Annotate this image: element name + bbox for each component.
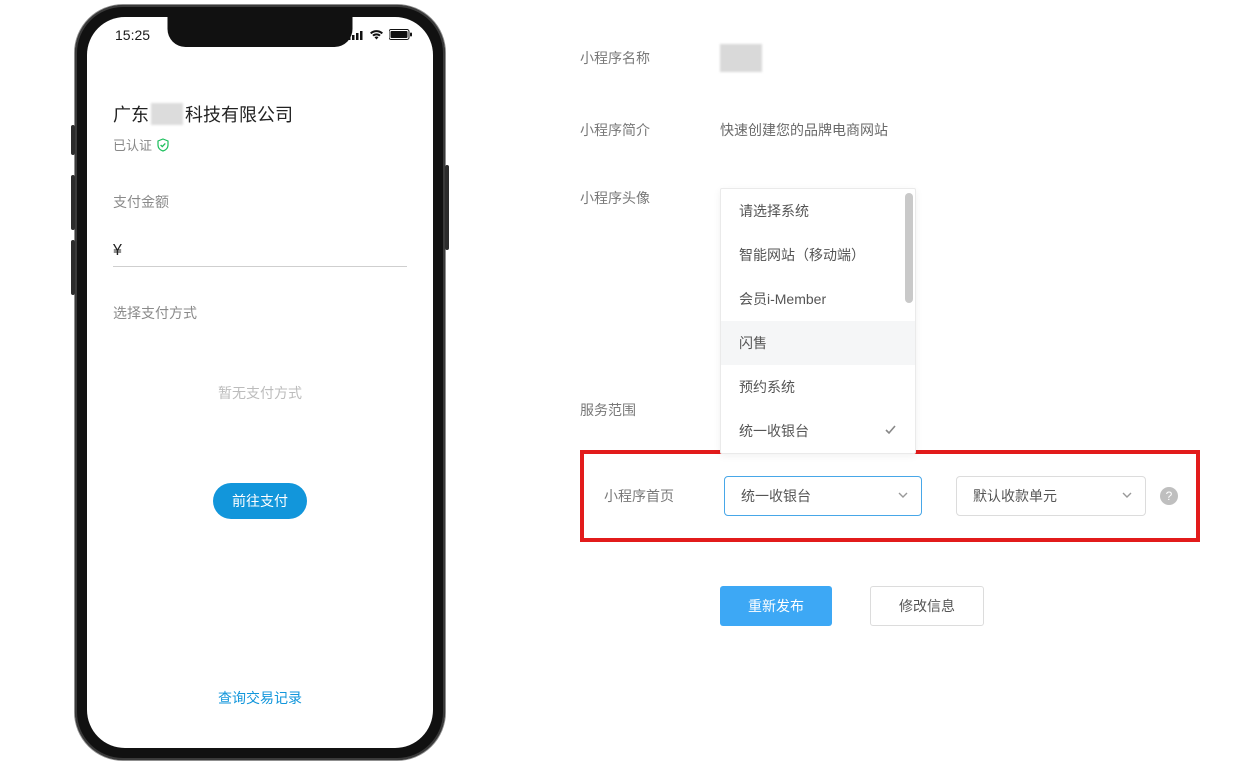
wifi-icon	[369, 29, 384, 40]
dropdown-option[interactable]: 会员i-Member	[721, 277, 915, 321]
query-transactions-link[interactable]: 查询交易记录	[87, 688, 433, 708]
amount-input[interactable]: ¥	[113, 242, 407, 267]
go-pay-button[interactable]: 前往支付	[213, 483, 307, 519]
check-icon	[884, 423, 897, 439]
pay-method-label: 选择支付方式	[113, 303, 407, 323]
dropdown-option-label: 智能网站（移动端）	[739, 245, 865, 265]
phone-content: 广东 科技有限公司 已认证 支付金额 ¥ 选择支付方式 暂无支付方式	[87, 53, 433, 519]
row-intro: 小程序简介 快速创建您的品牌电商网站	[580, 120, 1200, 140]
dropdown-option[interactable]: 预约系统	[721, 365, 915, 409]
name-thumbnail-redacted	[720, 44, 762, 72]
modify-info-button[interactable]: 修改信息	[870, 586, 984, 626]
phone-frame: 15:25 广东 科技有限公司	[75, 5, 445, 760]
phone-mock: 15:25 广东 科技有限公司	[75, 5, 445, 760]
battery-icon	[389, 29, 413, 40]
select-value: 默认收款单元	[973, 486, 1057, 506]
phone-screen: 15:25 广东 科技有限公司	[87, 17, 433, 748]
currency-symbol: ¥	[113, 242, 122, 259]
select-value: 统一收银台	[741, 486, 811, 506]
go-pay-label: 前往支付	[232, 491, 288, 511]
system-dropdown[interactable]: 请选择系统智能网站（移动端） 会员i-Member 闪售预约系统统一收银台	[720, 188, 916, 454]
intro-value: 快速创建您的品牌电商网站	[720, 120, 888, 140]
homepage-label: 小程序首页	[590, 486, 724, 506]
phone-side-button	[445, 165, 449, 250]
help-icon[interactable]: ?	[1160, 487, 1178, 505]
company-name-redacted	[151, 103, 183, 125]
verified-label: 已认证	[113, 135, 152, 154]
scrollbar[interactable]	[905, 193, 913, 303]
company-suffix: 科技有限公司	[185, 101, 293, 127]
phone-side-button	[71, 125, 75, 155]
name-label: 小程序名称	[580, 48, 720, 68]
homepage-system-select[interactable]: 统一收银台	[724, 476, 922, 516]
amount-label: 支付金额	[113, 192, 407, 212]
dropdown-option-label: 统一收银台	[739, 421, 809, 441]
dropdown-option-label: 闪售	[739, 333, 767, 353]
phone-notch	[168, 17, 353, 47]
name-value	[720, 44, 762, 72]
dropdown-option[interactable]: 智能网站（移动端）	[721, 233, 915, 277]
row-name: 小程序名称	[580, 44, 1200, 72]
avatar-label: 小程序头像	[580, 188, 720, 208]
chevron-down-icon	[897, 488, 909, 504]
shield-check-icon	[156, 138, 170, 152]
dropdown-option[interactable]: 统一收银台	[721, 409, 915, 453]
intro-label: 小程序简介	[580, 120, 720, 140]
dropdown-option[interactable]: 闪售	[721, 321, 915, 365]
status-time: 15:25	[115, 27, 150, 43]
homepage-highlight: 小程序首页 统一收银台 默认收款单元 ?	[580, 450, 1200, 542]
company-prefix: 广东	[113, 101, 149, 127]
service-label: 服务范围	[580, 400, 720, 420]
phone-side-button	[71, 175, 75, 230]
miniprogram-form: 小程序名称 小程序简介 快速创建您的品牌电商网站 小程序头像 请选择系统智能网站…	[580, 44, 1200, 626]
republish-button[interactable]: 重新发布	[720, 586, 832, 626]
dropdown-option-label: 请选择系统	[739, 201, 809, 221]
phone-side-button	[71, 240, 75, 295]
verified-badge: 已认证	[113, 135, 407, 154]
no-pay-method-text: 暂无支付方式	[113, 383, 407, 403]
company-name: 广东 科技有限公司	[113, 101, 407, 127]
avatar-dropdown-wrap: 请选择系统智能网站（移动端） 会员i-Member 闪售预约系统统一收银台	[720, 188, 916, 454]
dropdown-option-label: 会员i-Member	[739, 289, 826, 309]
action-row: 重新发布 修改信息	[580, 586, 1200, 626]
chevron-down-icon	[1121, 488, 1133, 504]
dropdown-option-label: 预约系统	[739, 377, 795, 397]
homepage-unit-select[interactable]: 默认收款单元	[956, 476, 1146, 516]
dropdown-option[interactable]: 请选择系统	[721, 189, 915, 233]
